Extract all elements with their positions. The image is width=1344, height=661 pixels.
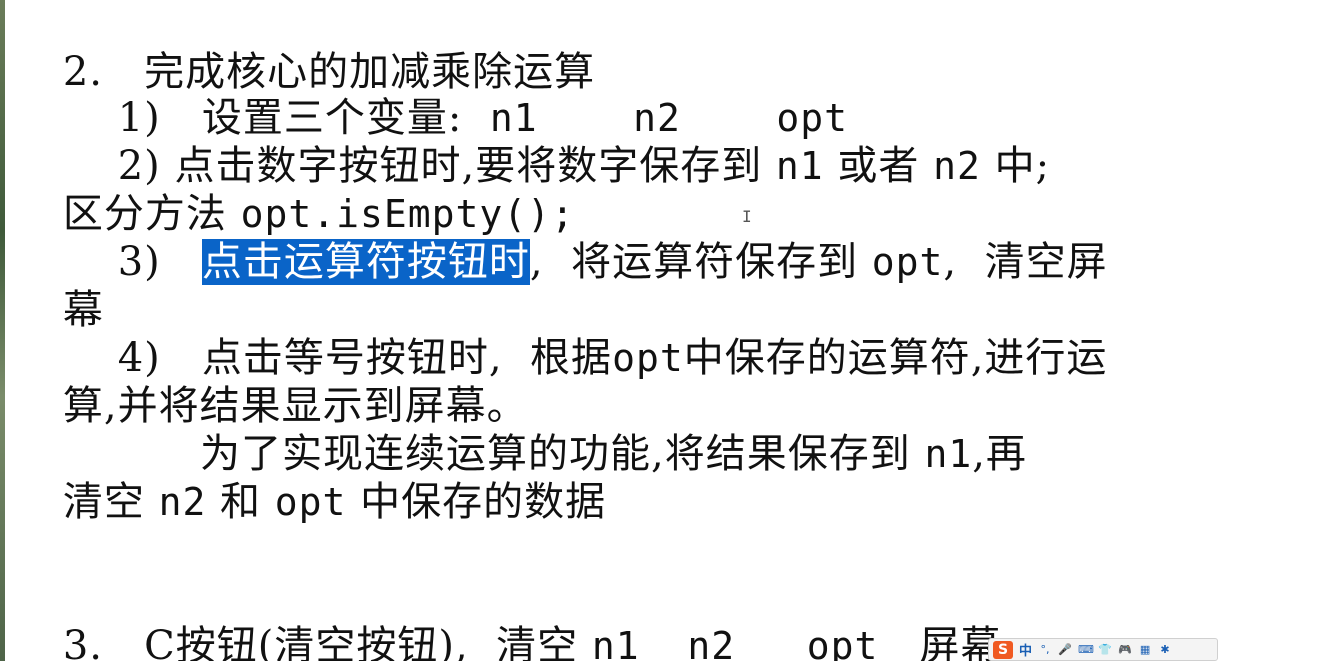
background-strip <box>0 0 5 661</box>
settings-icon[interactable]: ✱ <box>1158 643 1172 657</box>
ime-toolbar[interactable]: S 中 °, 🎤 ⌨ 👕 🎮 ▦ ✱ <box>988 638 1218 661</box>
line-item-4-note: 为了实现连续运算的功能,将结果保存到 n1,再 <box>62 431 1027 477</box>
text-cursor-icon: I <box>742 207 752 226</box>
punctuation-icon[interactable]: °, <box>1038 643 1052 657</box>
line-item-4-note-cont: 清空 n2 和 opt 中保存的数据 <box>62 479 607 525</box>
line-heading-3: 3. C按钮(清空按钮), 清空 n1 n2 opt 屏幕 <box>62 623 1002 661</box>
line-item-1: 1) 设置三个变量: n1 n2 opt <box>62 95 848 141</box>
selected-text[interactable]: 点击运算符按钮时 <box>201 239 530 285</box>
line-heading-2: 2. 完成核心的加减乘除运算 <box>62 49 596 95</box>
line-item-2: 2) 点击数字按钮时,要将数字保存到 n1 或者 n2 中; <box>62 143 1051 189</box>
line-item-2-cont: 区分方法 opt.isEmpty(); <box>62 191 575 237</box>
document-body[interactable]: 2. 完成核心的加减乘除运算 1) 设置三个变量: n1 n2 opt 2) 点… <box>8 0 1338 661</box>
line-item-3: 3) 点击运算符按钮时, 将运算符保存到 opt, 清空屏 <box>62 239 1108 285</box>
line-item-3-cont: 幕 <box>62 287 104 333</box>
line-item-4-cont: 算,并将结果显示到屏幕。 <box>62 383 528 429</box>
toolbox-icon[interactable]: ▦ <box>1138 643 1152 657</box>
ime-language-toggle[interactable]: 中 <box>1019 640 1032 659</box>
game-icon[interactable]: 🎮 <box>1118 643 1132 657</box>
line-item-4: 4) 点击等号按钮时, 根据opt中保存的运算符,进行运 <box>62 335 1108 381</box>
microphone-icon[interactable]: 🎤 <box>1058 643 1072 657</box>
sogou-logo-icon[interactable]: S <box>993 640 1013 659</box>
skin-icon[interactable]: 👕 <box>1098 643 1112 657</box>
keyboard-icon[interactable]: ⌨ <box>1078 643 1094 657</box>
